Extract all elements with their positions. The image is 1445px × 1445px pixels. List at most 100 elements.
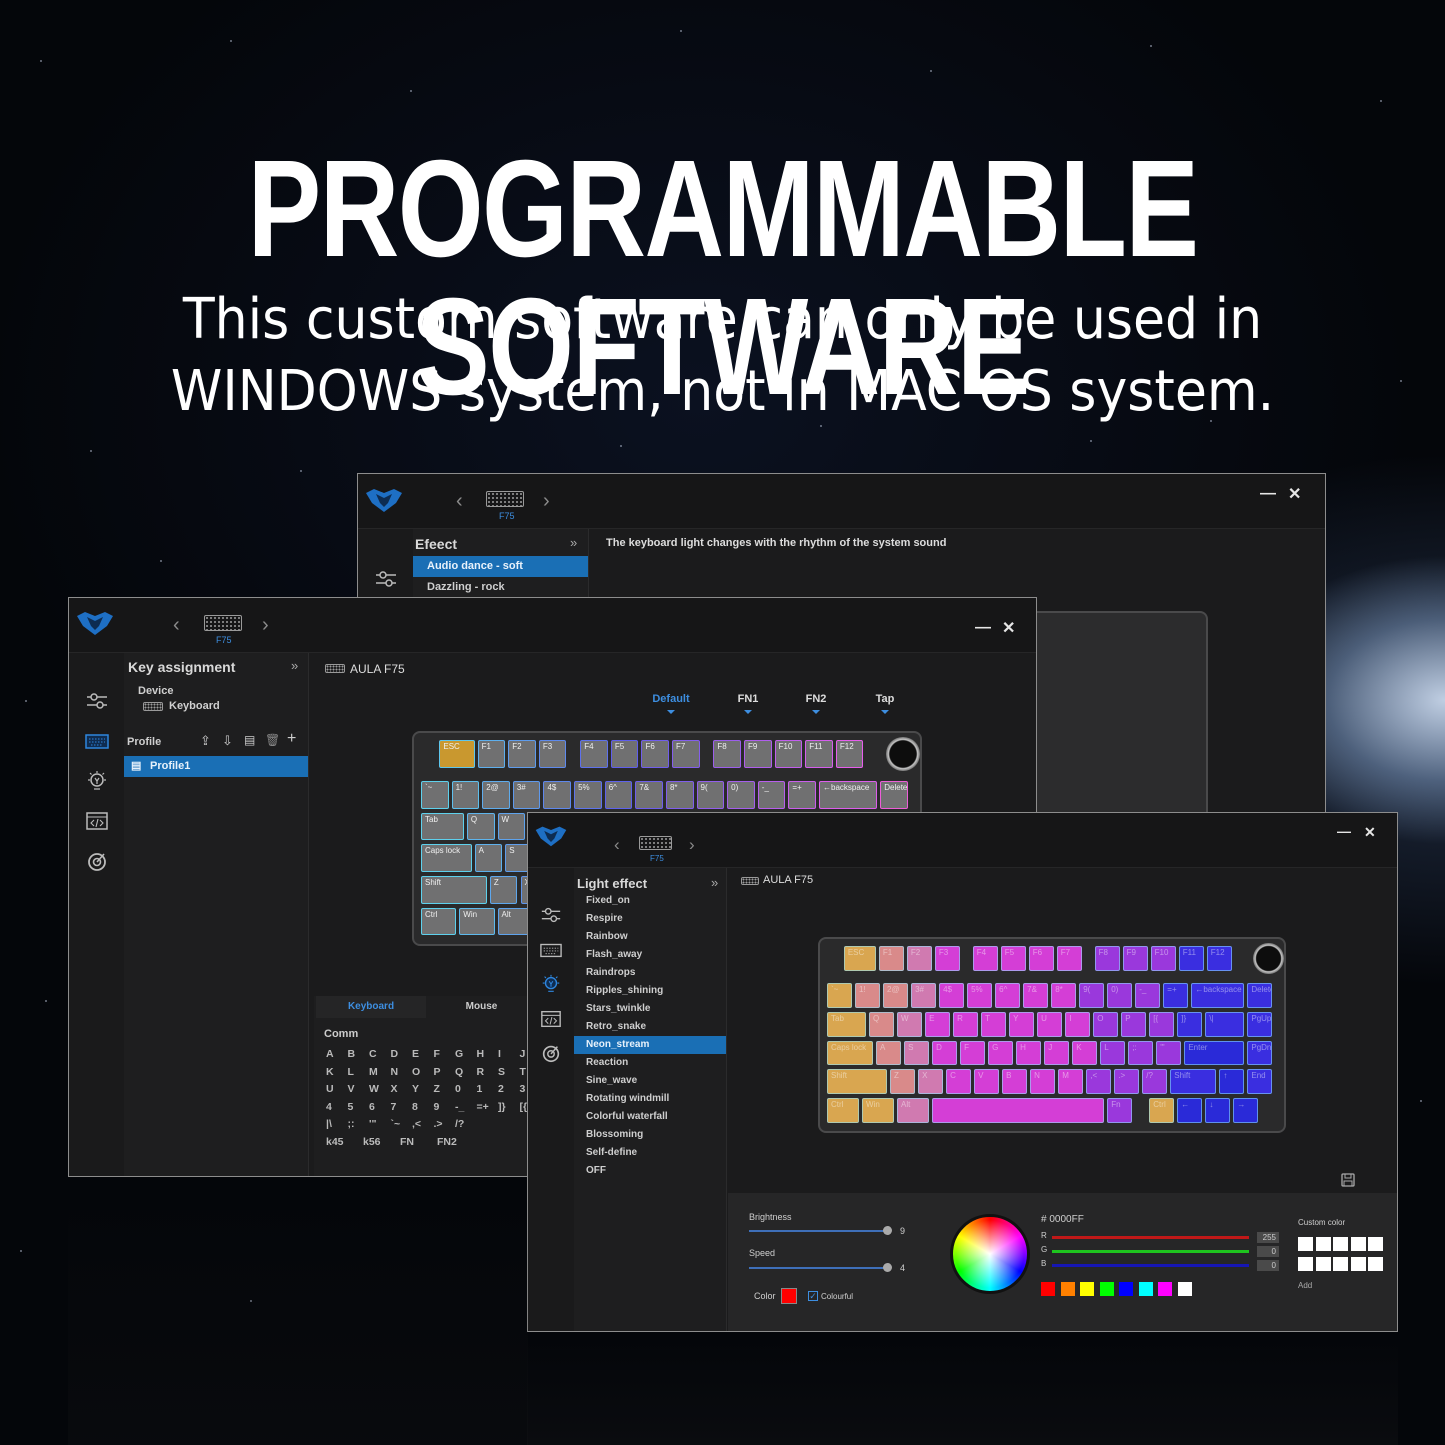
custom-color-slot[interactable] [1298, 1257, 1313, 1271]
key-option[interactable]: E [412, 1048, 419, 1060]
custom-color-slot[interactable] [1333, 1237, 1348, 1251]
key-option[interactable]: ;: [348, 1118, 355, 1130]
prev-device-button[interactable]: ‹ [614, 835, 620, 855]
expand-panel-button[interactable]: » [291, 658, 298, 673]
keyboard-device-icon[interactable] [486, 491, 524, 507]
sliders-icon[interactable] [85, 689, 109, 713]
volume-knob[interactable] [886, 737, 920, 771]
key-option[interactable]: =+ [477, 1101, 489, 1113]
custom-color-slot[interactable] [1368, 1237, 1383, 1251]
key-option[interactable]: F [434, 1048, 440, 1060]
key-option[interactable]: |\ [326, 1118, 332, 1130]
lightbulb-icon[interactable] [85, 769, 109, 793]
sliders-icon[interactable] [374, 567, 398, 591]
key-option[interactable]: A [326, 1048, 334, 1060]
effect-list-item[interactable]: Blossoming [574, 1126, 726, 1144]
key-option[interactable]: D [391, 1048, 399, 1060]
speed-slider[interactable] [749, 1267, 887, 1269]
add-custom-color-button[interactable]: Add [1298, 1281, 1312, 1290]
key-option[interactable]: 3 [520, 1083, 526, 1095]
expand-panel-button[interactable]: » [711, 875, 718, 890]
effect-list-item[interactable]: Raindrops [574, 964, 726, 982]
colourful-checkbox[interactable]: ✓ [808, 1291, 818, 1301]
effect-list-item[interactable]: Dazzling - rock [413, 577, 588, 598]
preset-color-swatch[interactable] [1080, 1282, 1094, 1296]
key-option[interactable]: 4 [326, 1101, 332, 1113]
preset-color-swatch[interactable] [1119, 1282, 1133, 1296]
close-button[interactable]: ✕ [1002, 621, 1015, 637]
key-option[interactable]: V [348, 1083, 355, 1095]
copy-profile-icon[interactable]: ▤ [244, 733, 255, 747]
key-option[interactable]: 9 [434, 1101, 440, 1113]
key-option[interactable]: `~ [391, 1118, 401, 1130]
effect-list-item[interactable]: Flash_away [574, 946, 726, 964]
key-option[interactable]: 7 [391, 1101, 397, 1113]
key-option[interactable]: k45 [326, 1136, 344, 1148]
delete-profile-icon[interactable]: 🗑 [265, 733, 280, 747]
layer-tab-fn2[interactable]: FN2 [796, 693, 836, 705]
target-icon[interactable] [540, 1041, 562, 1065]
close-button[interactable]: ✕ [1288, 487, 1301, 503]
key-option[interactable]: ,< [412, 1118, 421, 1130]
effect-list-item[interactable]: Audio dance - soft [413, 556, 588, 577]
next-device-button[interactable]: › [262, 614, 269, 637]
key-option[interactable]: J [520, 1048, 526, 1060]
key-option[interactable]: I [498, 1048, 501, 1060]
custom-color-slot[interactable] [1333, 1257, 1348, 1271]
key-option[interactable]: B [348, 1048, 356, 1060]
key-option[interactable]: FN [400, 1136, 414, 1148]
export-profile-icon[interactable]: ⇪ [200, 733, 211, 749]
preset-color-swatch[interactable] [1041, 1282, 1055, 1296]
key-option[interactable]: 2 [498, 1083, 504, 1095]
blue-channel-value[interactable]: 0 [1257, 1260, 1279, 1271]
import-profile-icon[interactable]: ⇩ [222, 733, 233, 749]
effect-list-item[interactable]: Reaction [574, 1054, 726, 1072]
key-option[interactable]: Y [412, 1083, 419, 1095]
custom-color-slot[interactable] [1298, 1237, 1313, 1251]
keyboard-device-icon[interactable] [204, 615, 242, 631]
key-option[interactable]: FN2 [437, 1136, 457, 1148]
preset-color-swatch[interactable] [1099, 1282, 1114, 1296]
key-option[interactable]: P [434, 1066, 441, 1078]
color-wheel[interactable] [950, 1214, 1030, 1294]
effect-list-item[interactable]: Stars_twinkle [574, 1000, 726, 1018]
key-option[interactable]: '" [369, 1118, 376, 1130]
keyboard-icon[interactable] [85, 729, 109, 753]
effect-list-item[interactable]: Ripples_shining [574, 982, 726, 1000]
key-option[interactable]: 5 [348, 1101, 354, 1113]
key-option[interactable]: 6 [369, 1101, 375, 1113]
key-option[interactable]: Q [455, 1066, 463, 1078]
preset-color-swatch[interactable] [1138, 1282, 1153, 1296]
key-option[interactable]: M [369, 1066, 378, 1078]
effect-list-item[interactable]: Respire [574, 910, 726, 928]
color-picker-button[interactable] [781, 1288, 797, 1304]
add-profile-icon[interactable]: + [287, 730, 296, 748]
preset-color-swatch[interactable] [1177, 1282, 1192, 1296]
key-option[interactable]: /? [455, 1118, 464, 1130]
effect-list-item[interactable]: OFF [574, 1162, 726, 1180]
volume-knob[interactable] [1253, 943, 1284, 974]
key-option[interactable]: H [477, 1048, 485, 1060]
key-option[interactable]: 8 [412, 1101, 418, 1113]
custom-color-slot[interactable] [1315, 1237, 1331, 1251]
tab-keyboard[interactable]: Keyboard [316, 996, 426, 1018]
blue-channel-slider[interactable] [1052, 1264, 1249, 1267]
next-device-button[interactable]: › [543, 490, 550, 513]
preset-color-swatch[interactable] [1158, 1282, 1172, 1296]
green-channel-slider[interactable] [1052, 1250, 1249, 1253]
save-icon[interactable] [1341, 1173, 1355, 1187]
layer-tab-fn1[interactable]: FN1 [728, 693, 768, 705]
key-option[interactable]: T [520, 1066, 526, 1078]
layer-tab-default[interactable]: Default [651, 693, 691, 705]
key-option[interactable]: ]} [498, 1101, 506, 1113]
sliders-icon[interactable] [540, 903, 562, 927]
minimize-button[interactable]: — [1260, 486, 1276, 502]
minimize-button[interactable]: — [1337, 824, 1351, 838]
code-window-icon[interactable] [85, 809, 109, 833]
close-button[interactable]: ✕ [1364, 825, 1376, 839]
key-option[interactable]: S [498, 1066, 505, 1078]
key-option[interactable]: X [391, 1083, 398, 1095]
brightness-slider[interactable] [749, 1230, 887, 1232]
prev-device-button[interactable]: ‹ [173, 614, 180, 637]
effect-list-item[interactable]: Self-define [574, 1144, 726, 1162]
